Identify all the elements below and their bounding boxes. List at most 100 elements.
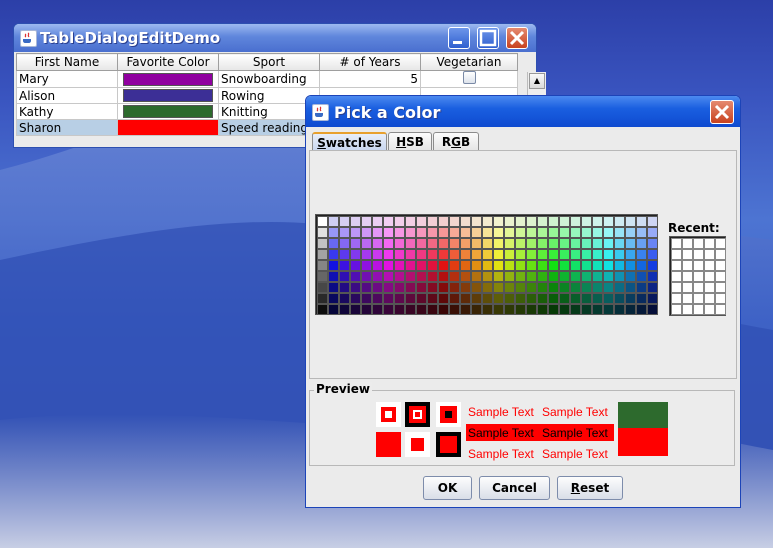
color-swatch-cell[interactable]	[647, 227, 658, 238]
color-swatch-cell[interactable]	[493, 293, 504, 304]
color-swatch-cell[interactable]	[493, 249, 504, 260]
color-swatch-cell[interactable]	[449, 216, 460, 227]
color-swatch-cell[interactable]	[372, 260, 383, 271]
color-swatch-cell[interactable]	[427, 304, 438, 315]
color-swatch-cell[interactable]	[592, 249, 603, 260]
color-swatch-cell[interactable]	[328, 216, 339, 227]
color-swatch-cell[interactable]	[636, 271, 647, 282]
recent-swatch-grid[interactable]	[669, 236, 726, 316]
recent-swatch-cell[interactable]	[671, 260, 682, 271]
color-swatch-cell[interactable]	[559, 271, 570, 282]
color-swatch-cell[interactable]	[515, 260, 526, 271]
color-swatch-cell[interactable]	[383, 282, 394, 293]
color-swatch-cell[interactable]	[548, 249, 559, 260]
color-swatch-cell[interactable]	[515, 249, 526, 260]
column-header-first-name[interactable]: First Name	[16, 53, 118, 71]
color-swatch-cell[interactable]	[416, 227, 427, 238]
color-swatch-cell[interactable]	[548, 271, 559, 282]
color-swatch-cell[interactable]	[317, 249, 328, 260]
color-swatch-cell[interactable]	[471, 282, 482, 293]
color-swatch-cell[interactable]	[438, 249, 449, 260]
color-swatch-cell[interactable]	[570, 282, 581, 293]
color-swatch-cell[interactable]	[438, 216, 449, 227]
color-swatch-cell[interactable]	[449, 282, 460, 293]
color-swatch-cell[interactable]	[383, 304, 394, 315]
color-swatch-cell[interactable]	[339, 249, 350, 260]
color-swatch-cell[interactable]	[636, 249, 647, 260]
color-swatch-cell[interactable]	[603, 282, 614, 293]
color-swatch-cell[interactable]	[592, 260, 603, 271]
color-swatch-cell[interactable]	[592, 304, 603, 315]
color-swatch-cell[interactable]	[548, 238, 559, 249]
color-swatch-cell[interactable]	[328, 260, 339, 271]
minimize-button[interactable]	[448, 27, 470, 49]
color-swatch-cell[interactable]	[625, 216, 636, 227]
color-swatch-cell[interactable]	[482, 216, 493, 227]
column-header-vegetarian[interactable]: Vegetarian	[420, 53, 518, 71]
color-swatch-cell[interactable]	[372, 249, 383, 260]
color-swatch-cell[interactable]	[372, 304, 383, 315]
color-swatch-cell[interactable]	[592, 293, 603, 304]
color-swatch-cell[interactable]	[647, 249, 658, 260]
recent-swatch-cell[interactable]	[715, 304, 726, 315]
color-swatch-cell[interactable]	[537, 304, 548, 315]
color-swatch-cell[interactable]	[427, 260, 438, 271]
color-swatch-cell[interactable]	[449, 238, 460, 249]
color-swatch-cell[interactable]	[570, 238, 581, 249]
color-swatch-cell[interactable]	[581, 271, 592, 282]
color-swatch-cell[interactable]	[603, 249, 614, 260]
color-swatch-cell[interactable]	[383, 216, 394, 227]
color-swatch-cell[interactable]	[504, 238, 515, 249]
color-swatch-cell[interactable]	[614, 293, 625, 304]
color-swatch-cell[interactable]	[449, 260, 460, 271]
color-swatch-cell[interactable]	[394, 238, 405, 249]
recent-swatch-cell[interactable]	[693, 260, 704, 271]
color-swatch-cell[interactable]	[350, 249, 361, 260]
color-swatch-cell[interactable]	[427, 271, 438, 282]
color-swatch-cell[interactable]	[570, 260, 581, 271]
color-swatch-cell[interactable]	[515, 282, 526, 293]
color-swatch-cell[interactable]	[449, 227, 460, 238]
color-swatch-cell[interactable]	[317, 271, 328, 282]
color-swatch-cell[interactable]	[350, 216, 361, 227]
recent-swatch-cell[interactable]	[693, 304, 704, 315]
color-swatch-cell[interactable]	[592, 271, 603, 282]
color-swatch-cell[interactable]	[416, 216, 427, 227]
color-swatch-cell[interactable]	[405, 293, 416, 304]
color-swatch-cell[interactable]	[526, 271, 537, 282]
color-swatch-cell[interactable]	[405, 282, 416, 293]
color-swatch-cell[interactable]	[515, 238, 526, 249]
color-swatch-cell[interactable]	[328, 293, 339, 304]
color-swatch-cell[interactable]	[471, 304, 482, 315]
color-swatch-cell[interactable]	[405, 227, 416, 238]
recent-swatch-cell[interactable]	[715, 238, 726, 249]
recent-swatch-cell[interactable]	[704, 293, 715, 304]
color-swatch-cell[interactable]	[515, 216, 526, 227]
color-swatch-cell[interactable]	[416, 304, 427, 315]
recent-swatch-cell[interactable]	[704, 249, 715, 260]
color-swatch-cell[interactable]	[361, 249, 372, 260]
color-swatch-cell[interactable]	[493, 238, 504, 249]
color-swatch-cell[interactable]	[614, 249, 625, 260]
recent-swatch-cell[interactable]	[693, 249, 704, 260]
color-swatch-cell[interactable]	[460, 227, 471, 238]
color-swatch-cell[interactable]	[625, 271, 636, 282]
color-swatch-cell[interactable]	[471, 271, 482, 282]
color-swatch-cell[interactable]	[559, 216, 570, 227]
recent-swatch-cell[interactable]	[704, 238, 715, 249]
color-swatch-cell[interactable]	[570, 249, 581, 260]
recent-swatch-cell[interactable]	[682, 260, 693, 271]
cell-favorite-color[interactable]	[117, 87, 219, 104]
color-swatch-cell[interactable]	[328, 271, 339, 282]
color-swatch-cell[interactable]	[482, 304, 493, 315]
color-swatch-cell[interactable]	[526, 304, 537, 315]
color-swatch-cell[interactable]	[636, 282, 647, 293]
color-swatch-cell[interactable]	[438, 304, 449, 315]
color-swatch-cell[interactable]	[537, 216, 548, 227]
color-swatch-cell[interactable]	[416, 293, 427, 304]
color-swatch-cell[interactable]	[614, 271, 625, 282]
color-swatch-cell[interactable]	[471, 227, 482, 238]
recent-swatch-cell[interactable]	[715, 271, 726, 282]
color-swatch-cell[interactable]	[647, 304, 658, 315]
color-swatch-cell[interactable]	[570, 271, 581, 282]
